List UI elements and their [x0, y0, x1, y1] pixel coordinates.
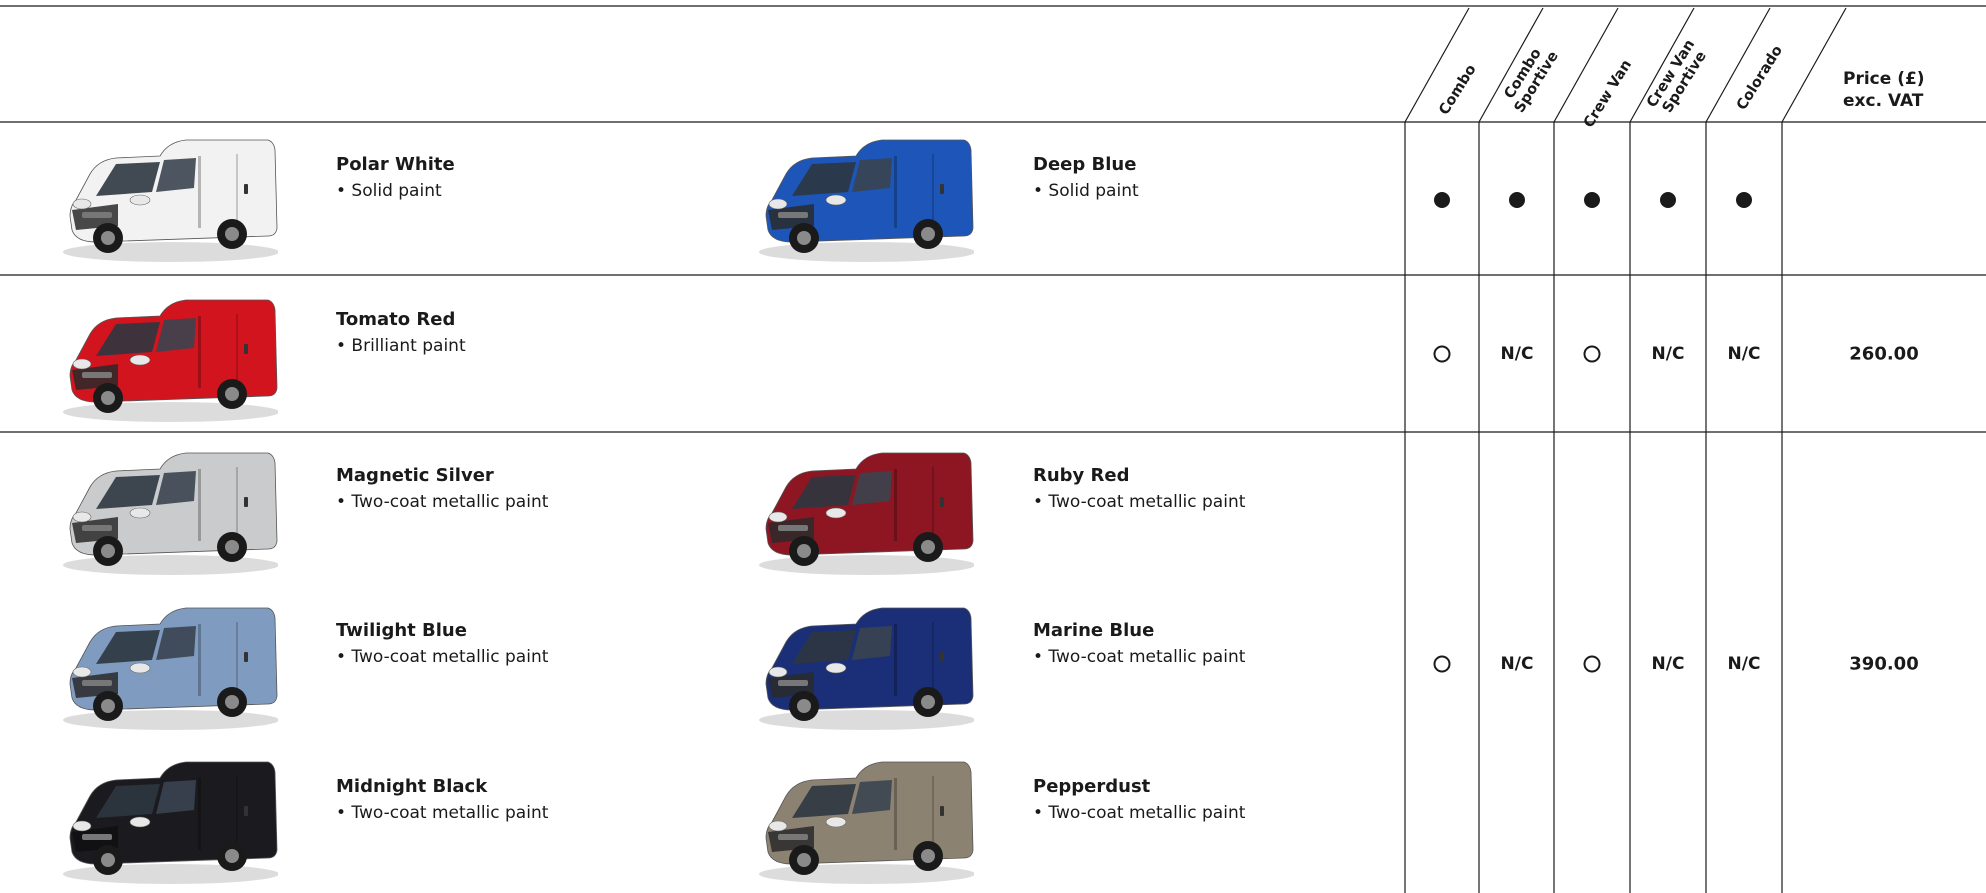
price-row2: 260.00 — [1849, 343, 1919, 365]
van-image-midnight-black — [56, 752, 278, 887]
mark-option-row3-combo — [1433, 655, 1451, 673]
colour-name-pepperdust: Pepperdust — [1033, 776, 1151, 797]
mark-nc-row3-colorado: N/C — [1727, 654, 1761, 674]
mark-option-row2-crew-van — [1583, 345, 1601, 363]
colour-finish-pepperdust: • Two-coat metallic paint — [1033, 803, 1246, 823]
colour-finish-marine-blue: • Two-coat metallic paint — [1033, 647, 1246, 667]
colour-finish-magnetic-silver: • Two-coat metallic paint — [336, 492, 549, 512]
colour-finish-midnight-black: • Two-coat metallic paint — [336, 803, 549, 823]
van-image-deep-blue — [752, 130, 974, 265]
table-grid — [0, 5, 1986, 893]
van-image-magnetic-silver — [56, 443, 278, 578]
mark-standard-row1-combo — [1434, 192, 1450, 208]
colour-name-tomato-red: Tomato Red — [336, 309, 456, 330]
mark-option-row2-combo — [1433, 345, 1451, 363]
colour-name-midnight-black: Midnight Black — [336, 776, 488, 797]
van-image-tomato-red — [56, 290, 278, 425]
mark-standard-row1-crew-van-sportive — [1660, 192, 1676, 208]
colour-finish-tomato-red: • Brilliant paint — [336, 336, 466, 356]
colour-name-twilight-blue: Twilight Blue — [336, 620, 467, 641]
mark-nc-row2-crew-van-sportive: N/C — [1651, 344, 1685, 364]
mark-standard-row1-combo-sportive — [1509, 192, 1525, 208]
header-price: Price (£) exc. VAT — [1843, 68, 1925, 112]
van-image-polar-white — [56, 130, 278, 265]
colour-finish-polar-white: • Solid paint — [336, 181, 442, 201]
mark-standard-row1-colorado — [1736, 192, 1752, 208]
van-image-ruby-red — [752, 443, 974, 578]
header-price-line1: Price (£) — [1843, 69, 1925, 89]
mark-nc-row2-combo-sportive: N/C — [1500, 344, 1534, 364]
van-image-marine-blue — [752, 598, 974, 733]
colour-finish-ruby-red: • Two-coat metallic paint — [1033, 492, 1246, 512]
colour-finish-twilight-blue: • Two-coat metallic paint — [336, 647, 549, 667]
header-price-line2: exc. VAT — [1843, 91, 1924, 111]
van-image-twilight-blue — [56, 598, 278, 733]
mark-nc-row2-colorado: N/C — [1727, 344, 1761, 364]
mark-option-row3-crew-van — [1583, 655, 1601, 673]
colour-name-marine-blue: Marine Blue — [1033, 620, 1155, 641]
mark-standard-row1-crew-van — [1584, 192, 1600, 208]
price-row3: 390.00 — [1849, 653, 1919, 675]
mark-nc-row3-crew-van-sportive: N/C — [1651, 654, 1685, 674]
colour-finish-deep-blue: • Solid paint — [1033, 181, 1139, 201]
colour-name-deep-blue: Deep Blue — [1033, 154, 1137, 175]
van-image-pepperdust — [752, 752, 974, 887]
mark-nc-row3-combo-sportive: N/C — [1500, 654, 1534, 674]
colour-name-polar-white: Polar White — [336, 154, 455, 175]
colour-name-ruby-red: Ruby Red — [1033, 465, 1130, 486]
colour-name-magnetic-silver: Magnetic Silver — [336, 465, 494, 486]
